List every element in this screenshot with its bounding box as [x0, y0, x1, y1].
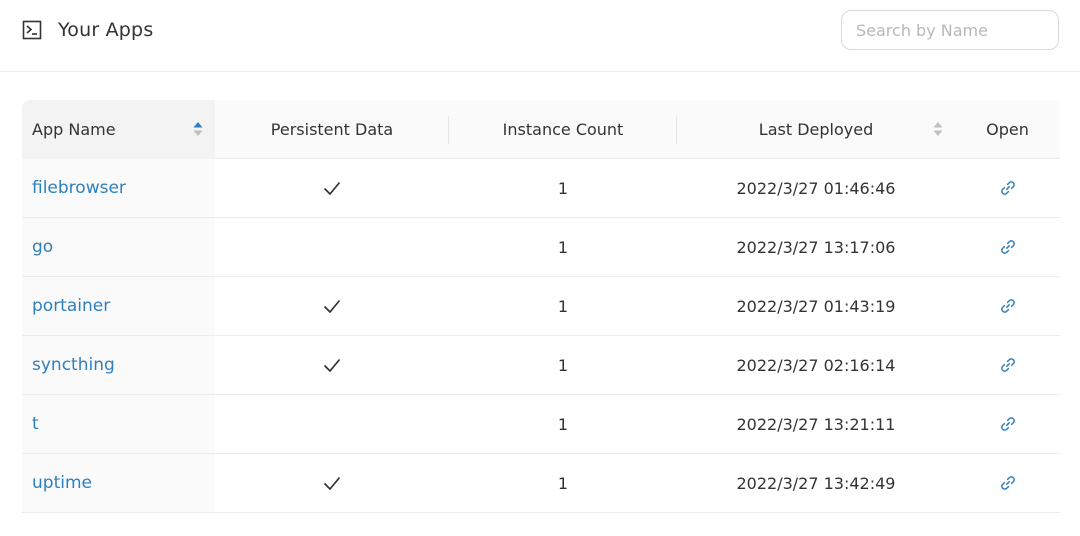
app-name-link[interactable]: uptime	[32, 473, 92, 493]
column-label: App Name	[32, 120, 116, 139]
check-icon	[323, 181, 341, 196]
cell-last-deployed: 2022/3/27 13:42:49	[677, 454, 955, 512]
instance-count: 1	[557, 296, 569, 316]
table-row: filebrowser 1 2022/3/27 01:46:46	[22, 159, 1060, 218]
app-name-link[interactable]: portainer	[32, 296, 110, 316]
cell-instance-count: 1	[449, 395, 677, 453]
page-header: Your Apps	[0, 0, 1080, 72]
last-deployed-time: 2022/3/27 01:46:46	[736, 178, 896, 198]
cell-persistent-data	[215, 159, 449, 217]
cell-last-deployed: 2022/3/27 13:21:11	[677, 395, 955, 453]
cell-app-name: filebrowser	[22, 159, 215, 217]
page-title: Your Apps	[58, 19, 154, 41]
last-deployed-time: 2022/3/27 13:17:06	[736, 237, 896, 257]
cell-open	[955, 159, 1060, 217]
instance-count: 1	[557, 178, 569, 198]
cell-instance-count: 1	[449, 159, 677, 217]
cell-app-name: uptime	[22, 454, 215, 512]
cell-app-name: t	[22, 395, 215, 453]
cell-open	[955, 277, 1060, 335]
search-input[interactable]	[841, 10, 1059, 50]
table-row: portainer 1 2022/3/27 01:43:19	[22, 277, 1060, 336]
column-header-persistent-data: Persistent Data	[215, 100, 449, 159]
table-row: uptime 1 2022/3/27 13:42:49	[22, 454, 1060, 513]
cell-last-deployed: 2022/3/27 01:46:46	[677, 159, 955, 217]
cell-instance-count: 1	[449, 277, 677, 335]
check-icon	[323, 299, 341, 314]
instance-count: 1	[557, 355, 569, 375]
cell-open	[955, 336, 1060, 394]
link-icon[interactable]	[1000, 357, 1016, 373]
column-header-open: Open	[955, 100, 1060, 159]
apps-table: App Name Persistent Data Instance Count …	[22, 100, 1060, 513]
link-icon[interactable]	[1000, 239, 1016, 255]
app-name-link[interactable]: syncthing	[32, 355, 115, 375]
column-label: Open	[986, 120, 1029, 139]
check-icon	[323, 476, 341, 491]
link-icon[interactable]	[1000, 298, 1016, 314]
table-row: t 1 2022/3/27 13:21:11	[22, 395, 1060, 454]
cell-app-name: portainer	[22, 277, 215, 335]
check-icon	[323, 358, 341, 373]
column-header-instance-count: Instance Count	[449, 100, 677, 159]
cell-persistent-data	[215, 454, 449, 512]
cell-persistent-data	[215, 277, 449, 335]
last-deployed-time: 2022/3/27 13:42:49	[736, 473, 896, 493]
column-label: Persistent Data	[270, 120, 394, 139]
instance-count: 1	[557, 414, 569, 434]
cell-instance-count: 1	[449, 336, 677, 394]
cell-persistent-data	[215, 336, 449, 394]
cell-last-deployed: 2022/3/27 13:17:06	[677, 218, 955, 276]
app-name-link[interactable]: go	[32, 237, 53, 257]
instance-count: 1	[557, 473, 569, 493]
table-header: App Name Persistent Data Instance Count …	[22, 100, 1060, 159]
column-header-last-deployed[interactable]: Last Deployed	[677, 100, 955, 159]
column-label: Instance Count	[502, 120, 624, 139]
cell-instance-count: 1	[449, 218, 677, 276]
cell-persistent-data	[215, 395, 449, 453]
sort-icon[interactable]	[193, 120, 203, 138]
link-icon[interactable]	[1000, 180, 1016, 196]
cell-app-name: go	[22, 218, 215, 276]
table-row: syncthing 1 2022/3/27 02:16:14	[22, 336, 1060, 395]
cell-app-name: syncthing	[22, 336, 215, 394]
link-icon[interactable]	[1000, 416, 1016, 432]
cell-persistent-data	[215, 218, 449, 276]
link-icon[interactable]	[1000, 475, 1016, 491]
cell-instance-count: 1	[449, 454, 677, 512]
app-name-link[interactable]: filebrowser	[32, 178, 126, 198]
last-deployed-time: 2022/3/27 02:16:14	[736, 355, 896, 375]
cell-last-deployed: 2022/3/27 01:43:19	[677, 277, 955, 335]
cell-open	[955, 454, 1060, 512]
last-deployed-time: 2022/3/27 13:21:11	[736, 414, 896, 434]
terminal-icon	[22, 20, 42, 40]
last-deployed-time: 2022/3/27 01:43:19	[736, 296, 896, 316]
column-header-app-name[interactable]: App Name	[22, 100, 215, 159]
cell-last-deployed: 2022/3/27 02:16:14	[677, 336, 955, 394]
cell-open	[955, 395, 1060, 453]
table-body: filebrowser 1 2022/3/27 01:46:46 go 1 20…	[22, 159, 1060, 513]
instance-count: 1	[557, 237, 569, 257]
table-row: go 1 2022/3/27 13:17:06	[22, 218, 1060, 277]
cell-open	[955, 218, 1060, 276]
sort-icon[interactable]	[933, 120, 943, 138]
column-label: Last Deployed	[758, 120, 874, 139]
app-name-link[interactable]: t	[32, 414, 39, 434]
